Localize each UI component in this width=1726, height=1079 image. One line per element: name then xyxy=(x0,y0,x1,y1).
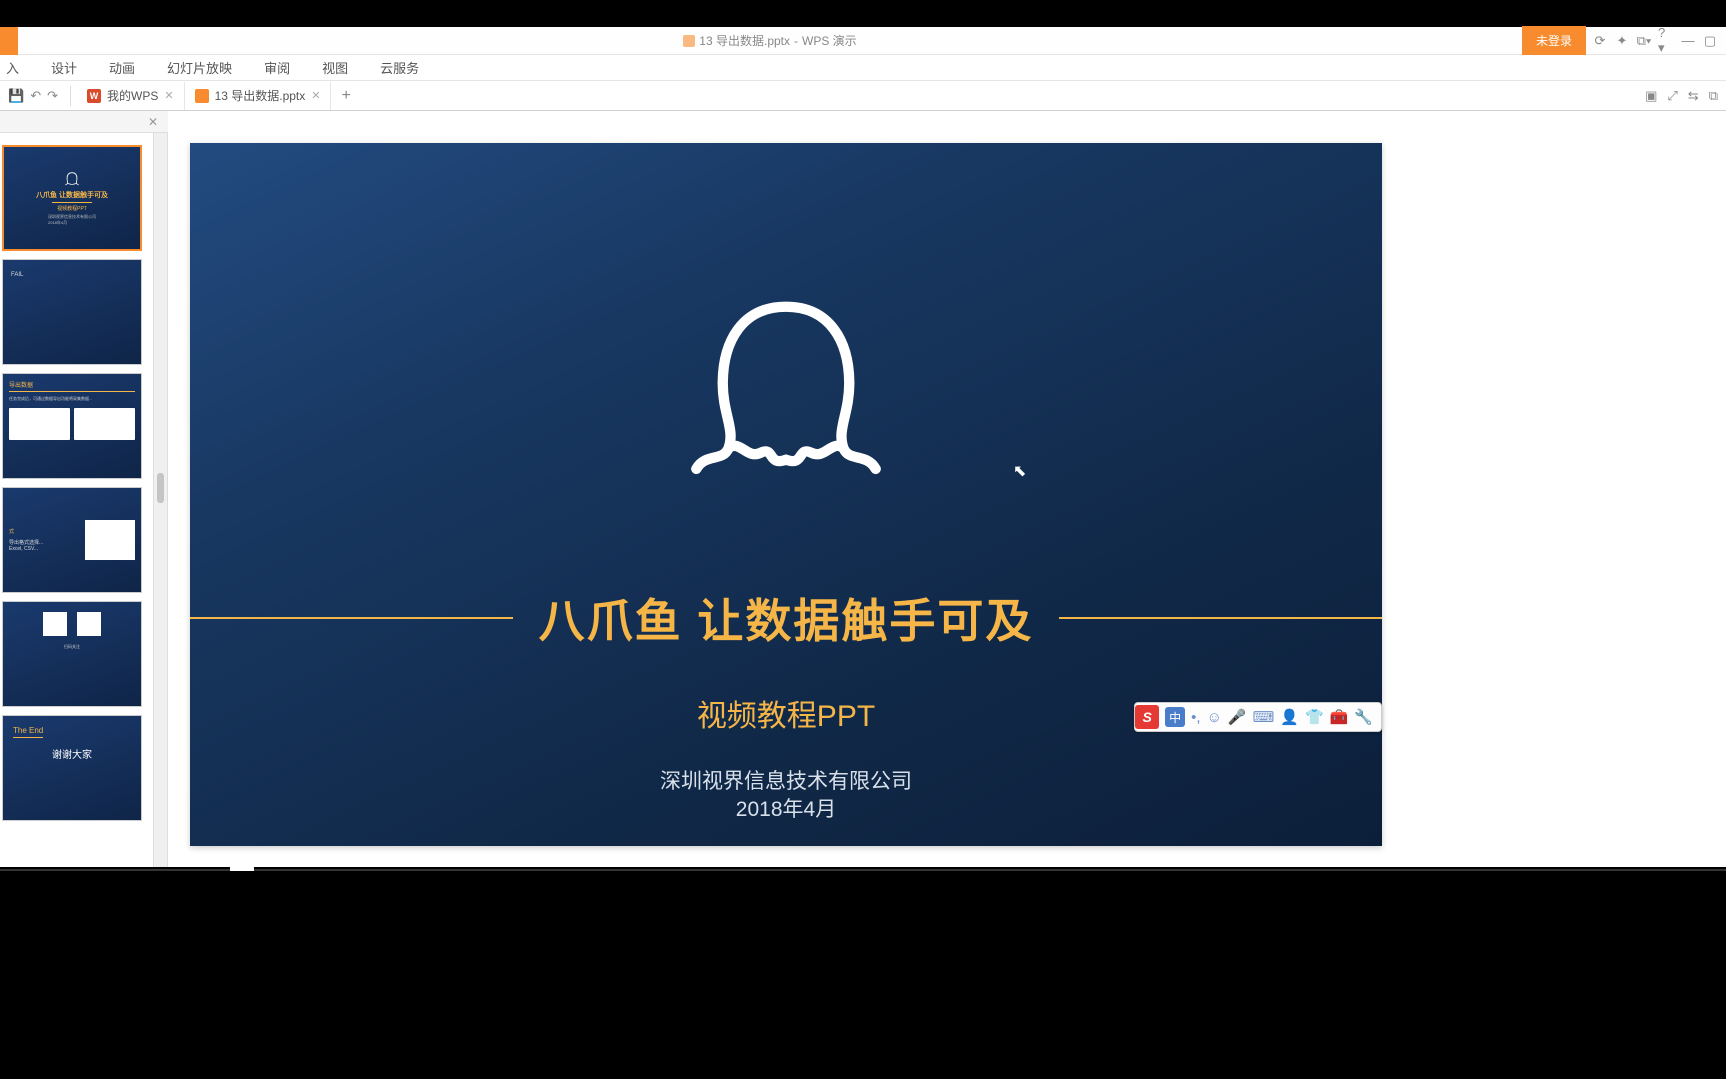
maximize-icon[interactable]: ▢ xyxy=(1702,33,1718,49)
save-icon[interactable]: 💾 xyxy=(8,88,24,104)
thumb-end-label: The End xyxy=(13,726,43,738)
tools-icon[interactable]: ⇆ xyxy=(1688,88,1699,104)
present-icon[interactable]: ▣ xyxy=(1645,88,1657,104)
ribbon-toggle-icon[interactable]: ⧉▾ xyxy=(1636,33,1652,49)
slide-thumb-4[interactable]: 式 导出格式选择...Excel, CSV... xyxy=(2,487,142,593)
thumb-header: 式 xyxy=(9,528,79,535)
menu-cloud[interactable]: 云服务 xyxy=(364,55,435,80)
menu-slideshow[interactable]: 幻灯片放映 xyxy=(151,55,248,80)
thumb-body-text: 任务完成后，可通过数据导出功能将采集数据... xyxy=(9,396,135,402)
undo-icon[interactable]: ↶ xyxy=(30,88,41,104)
file-icon xyxy=(683,35,695,47)
slide-thumb-2[interactable]: FAIL xyxy=(2,259,142,365)
slide-title[interactable]: 八爪鱼 让数据触手可及 xyxy=(539,585,1034,651)
ime-keyboard-icon[interactable]: ⌨ xyxy=(1253,708,1275,726)
thumb-footer: 扫码关注 xyxy=(64,644,80,650)
ime-settings-icon[interactable]: 🔧 xyxy=(1354,708,1373,726)
octopus-logo-icon xyxy=(671,278,901,508)
titlebar: 13 导出数据.pptx - WPS 演示 未登录 ⟳ ✦ ⧉▾ ? ▾ — ▢ xyxy=(0,27,1726,55)
thumb-thankyou: 谢谢大家 xyxy=(13,746,131,761)
menu-insert[interactable]: 入 xyxy=(0,55,35,80)
close-icon[interactable]: ✕ xyxy=(164,89,173,102)
tab-mywps-label: 我的WPS xyxy=(107,87,158,104)
document-tab-row: 💾 ↶ ↷ W 我的WPS ✕ 13 导出数据.pptx ✕ + ▣ ⤢ ⇆ ⧉ xyxy=(0,81,1726,111)
video-top-letterbox xyxy=(0,0,1726,27)
titlebar-right: 未登录 ⟳ ✦ ⧉▾ ? ▾ — ▢ xyxy=(1522,26,1726,55)
scrollbar-thumb[interactable] xyxy=(157,473,164,503)
octopus-icon xyxy=(63,170,81,188)
ime-toolbox-icon[interactable]: 🧰 xyxy=(1330,708,1349,726)
menu-review[interactable]: 审阅 xyxy=(248,55,306,80)
thumb-left: 式 导出格式选择...Excel, CSV... xyxy=(9,528,79,552)
app-name: WPS 演示 xyxy=(802,32,857,49)
more-icon[interactable]: ⧉ xyxy=(1709,88,1718,104)
slide-thumb-3[interactable]: 导出数据 任务完成后，可通过数据导出功能将采集数据... xyxy=(2,373,142,479)
ime-lang-button[interactable]: 中 xyxy=(1165,707,1185,727)
add-tab-button[interactable]: + xyxy=(331,87,360,105)
title-separator: - xyxy=(794,34,798,48)
tab-document-label: 13 导出数据.pptx xyxy=(215,87,306,104)
qr-code-icon xyxy=(77,612,101,636)
thumb-box xyxy=(85,520,135,560)
menubar: 入 设计 动画 幻灯片放映 审阅 视图 云服务 xyxy=(0,55,1726,81)
panel-close-icon[interactable]: ✕ xyxy=(144,115,162,129)
thumb-body-text: 导出格式选择...Excel, CSV... xyxy=(9,539,79,552)
sync-icon[interactable]: ⟳ xyxy=(1592,33,1608,49)
menu-animation[interactable]: 动画 xyxy=(93,55,151,80)
ime-user-icon[interactable]: 👤 xyxy=(1280,708,1299,726)
login-button[interactable]: 未登录 xyxy=(1522,26,1586,55)
separator xyxy=(70,86,71,106)
slide-thumb-6[interactable]: The End 谢谢大家 xyxy=(2,715,142,821)
slide-title-row: 八爪鱼 让数据触手可及 xyxy=(190,585,1382,651)
video-progress-track[interactable] xyxy=(0,869,1726,871)
thumb-subtitle: 视频教程PPT xyxy=(57,205,87,212)
skin-icon[interactable]: ✦ xyxy=(1614,33,1630,49)
thumb-title: 八爪鱼 让数据触手可及 xyxy=(36,190,108,200)
thumbnail-panel-header: ✕ xyxy=(0,111,168,133)
minimize-icon[interactable]: — xyxy=(1680,33,1696,49)
ime-voice-icon[interactable]: 🎤 xyxy=(1228,708,1247,726)
help-icon[interactable]: ? ▾ xyxy=(1658,33,1674,49)
video-bottom-letterbox xyxy=(0,867,1726,1079)
ime-emoji-icon[interactable]: ☺ xyxy=(1207,709,1222,726)
qr-code-icon xyxy=(43,612,67,636)
redo-icon[interactable]: ↷ xyxy=(47,88,58,104)
wps-logo-icon: W xyxy=(87,89,101,103)
sogou-logo-icon[interactable]: S xyxy=(1135,705,1159,729)
qr-row xyxy=(43,612,101,636)
ime-skin-icon[interactable]: 👕 xyxy=(1305,708,1324,726)
quick-access-toolbar: 💾 ↶ ↷ xyxy=(2,88,64,104)
tab-mywps[interactable]: W 我的WPS ✕ xyxy=(77,82,185,110)
slide-thumb-1[interactable]: 八爪鱼 让数据触手可及 视频教程PPT 深圳视界信息技术有限公司2018年4月 xyxy=(2,145,142,251)
document-name: 13 导出数据.pptx xyxy=(699,32,790,49)
tab-document[interactable]: 13 导出数据.pptx ✕ xyxy=(185,82,332,110)
toolrow-right: ▣ ⤢ ⇆ ⧉ xyxy=(1645,88,1718,104)
thumb-footer: 深圳视界信息技术有限公司2018年4月 xyxy=(48,214,96,226)
title-line-left xyxy=(190,617,513,619)
divider xyxy=(52,202,92,203)
thumb-text: FAIL xyxy=(11,272,133,278)
app-menu-button[interactable] xyxy=(0,27,18,55)
slide-thumb-5[interactable]: 扫码关注 xyxy=(2,601,142,707)
title-line-right xyxy=(1059,617,1382,619)
thumb-header: 导出数据 xyxy=(9,380,135,392)
close-icon[interactable]: ✕ xyxy=(311,89,320,102)
ime-toolbar[interactable]: S 中 •, ☺ 🎤 ⌨ 👤 👕 🧰 🔧 xyxy=(1134,702,1382,732)
slide-company[interactable]: 深圳视界信息技术有限公司 xyxy=(190,765,1382,795)
ime-punct-icon[interactable]: •, xyxy=(1191,709,1200,726)
window-title: 13 导出数据.pptx - WPS 演示 xyxy=(18,32,1522,49)
menu-design[interactable]: 设计 xyxy=(35,55,93,80)
slide-date[interactable]: 2018年4月 xyxy=(190,793,1382,823)
slide-canvas[interactable]: 八爪鱼 让数据触手可及 视频教程PPT 深圳视界信息技术有限公司 2018年4月… xyxy=(190,143,1382,846)
video-progress-thumb[interactable] xyxy=(230,867,254,871)
ppt-file-icon xyxy=(195,89,209,103)
menu-view[interactable]: 视图 xyxy=(306,55,364,80)
thumb-boxes xyxy=(9,408,135,440)
mouse-cursor-icon: ⬉ xyxy=(1013,461,1026,481)
collapse-icon[interactable]: ⤢ xyxy=(1667,88,1677,104)
